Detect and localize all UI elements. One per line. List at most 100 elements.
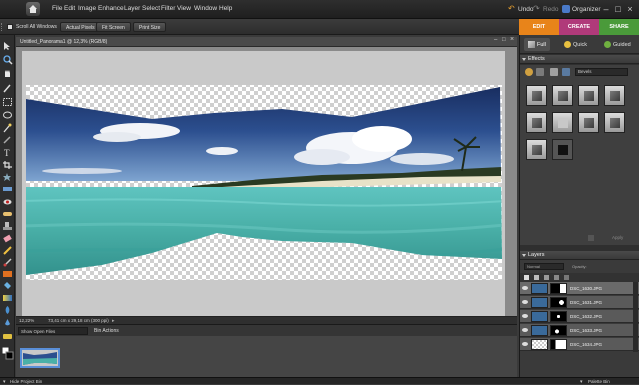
- scroll-all-checkbox[interactable]: [7, 24, 13, 30]
- magic-wand-tool-icon[interactable]: [2, 123, 13, 133]
- tab-quick[interactable]: Quick: [564, 38, 587, 51]
- type-tool-icon[interactable]: T: [2, 147, 13, 158]
- minimize-button[interactable]: –: [600, 3, 612, 15]
- effects-category-select[interactable]: Bevels: [575, 68, 628, 76]
- doc-maximize-button[interactable]: □: [502, 37, 506, 43]
- layer-row[interactable]: DSC_1630.JPG: [520, 282, 639, 295]
- blur-tool-icon[interactable]: [2, 318, 13, 328]
- zoom-level[interactable]: 12,22%: [19, 318, 34, 323]
- undo-button[interactable]: ↶ Undo: [508, 5, 534, 13]
- visibility-eye-icon[interactable]: [522, 342, 528, 346]
- bevel-style-1[interactable]: [526, 85, 547, 106]
- tab-edit[interactable]: EDIT: [519, 19, 559, 35]
- doc-close-button[interactable]: ×: [510, 36, 514, 43]
- bevel-style-6[interactable]: [552, 112, 573, 133]
- adjustment-layer-icon[interactable]: [534, 275, 539, 280]
- doc-minimize-button[interactable]: –: [494, 37, 497, 43]
- menu-file[interactable]: File: [52, 5, 62, 12]
- marquee-tool-icon[interactable]: [2, 97, 13, 107]
- hide-project-bin-button[interactable]: Hide Project Bin: [10, 379, 42, 384]
- eyedropper-tool-icon[interactable]: [2, 83, 13, 93]
- menu-enhance[interactable]: Enhance: [98, 5, 124, 12]
- photo-effects-icon[interactable]: [550, 68, 558, 76]
- blend-mode-select[interactable]: Normal: [524, 263, 564, 270]
- straighten-tool-icon[interactable]: [2, 184, 13, 194]
- menu-view[interactable]: View: [177, 5, 191, 12]
- visibility-eye-icon[interactable]: [522, 314, 528, 318]
- bevel-style-9[interactable]: [526, 139, 547, 160]
- bevel-style-2[interactable]: [552, 85, 573, 106]
- document-canvas-area[interactable]: [16, 47, 517, 316]
- close-button[interactable]: ×: [624, 3, 636, 15]
- menu-window[interactable]: Window: [194, 5, 217, 12]
- eraser-tool-icon[interactable]: [2, 233, 13, 243]
- tab-full[interactable]: Full: [524, 38, 550, 51]
- layer-row[interactable]: DSC_1634.JPG: [520, 338, 639, 351]
- sponge-tool-icon[interactable]: [2, 331, 13, 341]
- bin-actions-button[interactable]: Bin Actions: [94, 328, 119, 334]
- layer-row[interactable]: DSC_1631.JPG: [520, 296, 639, 309]
- layer-row[interactable]: DSC_1633.JPG: [520, 324, 639, 337]
- new-layer-icon[interactable]: [524, 275, 529, 280]
- red-eye-tool-icon[interactable]: [2, 197, 13, 207]
- bin-thumbnail[interactable]: [20, 348, 60, 368]
- bevel-style-7[interactable]: [578, 112, 599, 133]
- lasso-tool-icon[interactable]: [2, 111, 13, 121]
- bevel-style-8[interactable]: [604, 112, 625, 133]
- brush-tool-icon[interactable]: [2, 257, 13, 267]
- smart-brush-tool-icon[interactable]: [2, 269, 13, 279]
- redo-button[interactable]: ↷ Redo: [533, 5, 559, 13]
- home-button[interactable]: [26, 2, 40, 16]
- filters-icon[interactable]: [525, 68, 533, 76]
- effects-settings-icon[interactable]: [588, 235, 594, 241]
- apply-button[interactable]: Apply: [612, 235, 623, 240]
- effects-panel-header[interactable]: Effects: [520, 55, 639, 64]
- selection-brush-tool-icon[interactable]: [2, 135, 13, 145]
- pencil-tool-icon[interactable]: [2, 245, 13, 255]
- visibility-eye-icon[interactable]: [522, 328, 528, 332]
- menu-layer[interactable]: Layer: [124, 5, 140, 12]
- shape-tool-icon[interactable]: [2, 305, 13, 315]
- menu-help[interactable]: Help: [219, 5, 232, 12]
- actual-pixels-button[interactable]: Actual Pixels: [60, 22, 101, 32]
- palette-bin-button[interactable]: Palette Bin: [588, 379, 610, 384]
- link-layers-icon[interactable]: [554, 275, 559, 280]
- menu-filter[interactable]: Filter: [161, 5, 175, 12]
- bevel-style-10[interactable]: [552, 139, 573, 160]
- fit-screen-button[interactable]: Fit Screen: [96, 22, 131, 32]
- visibility-eye-icon[interactable]: [522, 300, 528, 304]
- zoom-tool-icon[interactable]: [2, 55, 13, 65]
- layers-panel-header[interactable]: Layers: [520, 251, 639, 260]
- maximize-button[interactable]: □: [612, 3, 624, 15]
- organizer-button[interactable]: Organizer: [562, 5, 601, 13]
- bin-show-select[interactable]: Show Open Files: [18, 327, 88, 335]
- hand-tool-icon[interactable]: [2, 68, 13, 78]
- clone-stamp-tool-icon[interactable]: [2, 221, 13, 231]
- paint-bucket-tool-icon[interactable]: [2, 281, 13, 291]
- bevel-style-3[interactable]: [578, 85, 599, 106]
- gradient-tool-icon[interactable]: [2, 293, 13, 303]
- cookie-cutter-tool-icon[interactable]: [2, 172, 13, 182]
- layer-row[interactable]: DSC_1632.JPG: [520, 310, 639, 323]
- layers-scrollbar[interactable]: [633, 282, 638, 352]
- menu-select[interactable]: Select: [142, 5, 160, 12]
- color-swatches-icon[interactable]: [1, 346, 14, 361]
- panorama-canvas[interactable]: [22, 51, 505, 316]
- print-size-button[interactable]: Print Size: [133, 22, 167, 32]
- layer-styles-icon[interactable]: [536, 68, 544, 76]
- crop-tool-icon[interactable]: [2, 160, 13, 170]
- menu-image[interactable]: Image: [78, 5, 96, 12]
- lock-layer-icon[interactable]: [564, 275, 569, 280]
- bevel-style-5[interactable]: [526, 112, 547, 133]
- delete-layer-icon[interactable]: [544, 275, 549, 280]
- document-tab[interactable]: Untitled_Panorama1 @ 12,3% (RGB/8) – □ ×: [16, 36, 517, 47]
- tab-create[interactable]: CREATE: [559, 19, 599, 35]
- spot-healing-tool-icon[interactable]: [2, 209, 13, 219]
- tab-guided[interactable]: Guided: [604, 38, 631, 51]
- tab-share[interactable]: SHARE: [599, 19, 639, 35]
- move-tool-icon[interactable]: [2, 41, 13, 51]
- visibility-eye-icon[interactable]: [522, 286, 528, 290]
- menu-edit[interactable]: Edit: [64, 5, 75, 12]
- bevel-style-4[interactable]: [604, 85, 625, 106]
- all-effects-icon[interactable]: [562, 68, 570, 76]
